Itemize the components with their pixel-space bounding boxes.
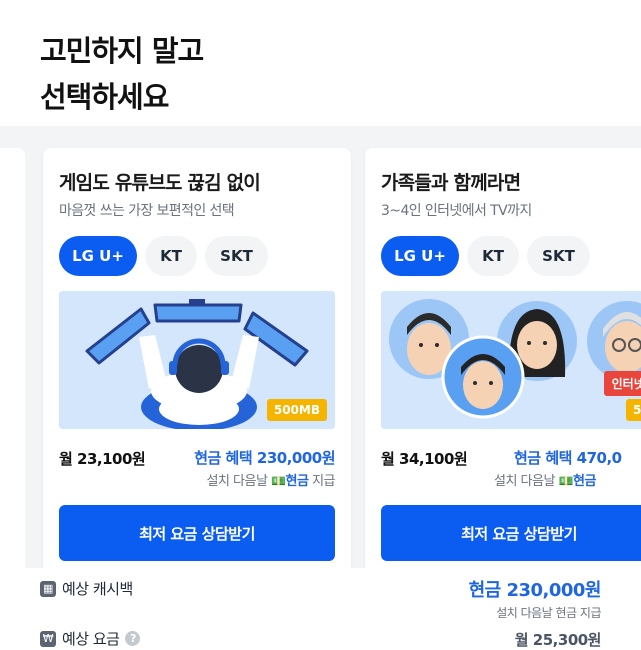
gaming-illustration: 500MB: [59, 291, 335, 429]
benefit-note-prefix: 설치 다음날: [206, 474, 268, 489]
monthly-price: 월 34,100원: [381, 450, 468, 468]
page: 고민하지 말고 선택하세요 게임도 유튜브도 끊김 없이 마음껏 쓰는 가장 보…: [0, 0, 641, 650]
fee-value: 월 25,300원: [514, 631, 602, 649]
cash-benefit: 현금 혜택 230,000원: [194, 449, 335, 467]
family-illustration: 인터넷 + 500: [381, 291, 641, 429]
bundle-badge: 인터넷 +: [603, 371, 641, 396]
gift-icon: ▦: [40, 580, 56, 597]
benefit-note-suffix: 지급: [312, 474, 335, 489]
fee-label: 예상 요금: [62, 630, 120, 648]
benefit-note-cash: 현금: [573, 474, 596, 489]
cashback-row: ▦ 예상 캐시백: [40, 578, 133, 599]
benefit-note: 설치 다음날 💵현금 지급: [206, 470, 335, 489]
cashback-note: 설치 다음날 현금 지급: [496, 606, 601, 620]
plan-carousel[interactable]: 게임도 유튜브도 끊김 없이 마음껏 쓰는 가장 보편적인 선택 LG U+ K…: [0, 126, 641, 568]
carrier-chip-lguplus[interactable]: LG U+: [381, 236, 459, 276]
benefit-note: 설치 다음날 💵현금: [494, 470, 596, 489]
consult-button[interactable]: 최저 요금 상담받기: [381, 505, 641, 561]
plan-subtitle: 3~4인 인터넷에서 TV까지: [381, 203, 532, 219]
cash-benefit: 현금 혜택 470,0: [514, 449, 622, 467]
plan-subtitle: 마음껏 쓰는 가장 보편적인 선택: [59, 203, 235, 219]
plan-title: 가족들과 함께라면: [381, 172, 521, 194]
monthly-price: 월 23,100원: [59, 450, 146, 468]
summary-bar: ▦ 예상 캐시백 현금 230,000원 설치 다음날 현금 지급 ₩ 예상 요…: [0, 568, 641, 650]
headline-line-1: 고민하지 말고: [40, 34, 204, 68]
previous-plan-card[interactable]: [0, 148, 25, 568]
speed-badge: 500: [625, 399, 641, 421]
cash-icon: 💵: [558, 474, 574, 488]
cashback-label: 예상 캐시백: [62, 580, 133, 598]
won-icon: ₩: [40, 630, 56, 647]
plan-title: 게임도 유튜브도 끊김 없이: [59, 172, 261, 194]
plan-card-family[interactable]: 가족들과 함께라면 3~4인 인터넷에서 TV까지 LG U+ KT SKT 인…: [365, 148, 641, 568]
fee-row: ₩ 예상 요금 ?: [40, 628, 141, 649]
carrier-chip-kt[interactable]: KT: [467, 236, 519, 276]
carrier-selector: LG U+ KT SKT: [381, 236, 590, 276]
cash-icon: 💵: [271, 474, 286, 488]
benefit-note-cash: 현금: [285, 474, 309, 489]
help-icon[interactable]: ?: [125, 631, 141, 646]
page-headline: 고민하지 말고 선택하세요: [40, 28, 204, 120]
consult-button[interactable]: 최저 요금 상담받기: [59, 505, 335, 561]
carrier-chip-skt[interactable]: SKT: [205, 236, 268, 276]
carrier-selector: LG U+ KT SKT: [59, 236, 268, 276]
speed-badge: 500MB: [266, 399, 327, 421]
cashback-value: 현금 230,000원: [468, 580, 602, 601]
carrier-chip-lguplus[interactable]: LG U+: [59, 236, 137, 276]
plan-card-gaming[interactable]: 게임도 유튜브도 끊김 없이 마음껏 쓰는 가장 보편적인 선택 LG U+ K…: [43, 148, 351, 568]
headline-line-2: 선택하세요: [40, 80, 169, 114]
carrier-chip-skt[interactable]: SKT: [527, 236, 590, 276]
benefit-note-prefix: 설치 다음날: [494, 474, 555, 489]
carrier-chip-kt[interactable]: KT: [145, 236, 197, 276]
